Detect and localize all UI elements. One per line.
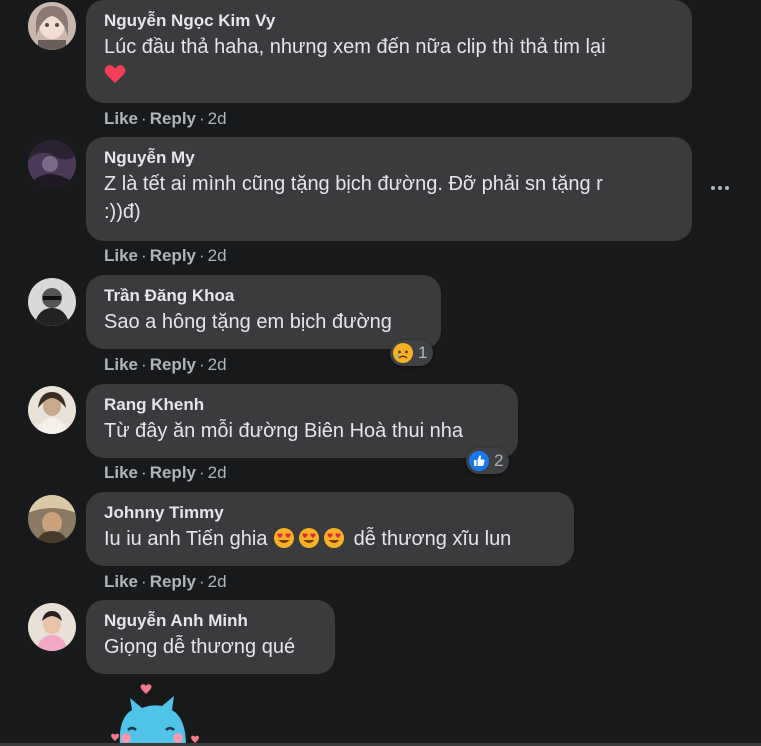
separator: ·: [199, 463, 205, 482]
comment-bubble: Nguyễn My Z là tết ai mình cũng tặng bịc…: [86, 137, 692, 241]
thumbs-up-icon: [469, 451, 489, 471]
avatar-image: [28, 495, 76, 543]
comment-bubble: Johnny Timmy Iu iu anh Tiến ghia dễ thươ…: [86, 492, 574, 566]
avatar-image: [28, 386, 76, 434]
comment-text-line: :))đ): [104, 201, 141, 223]
avatar[interactable]: [28, 495, 76, 543]
comment-author[interactable]: Trần Đăng Khoa: [104, 286, 423, 306]
timestamp[interactable]: 2d: [208, 246, 227, 265]
sad-face-icon: [393, 343, 413, 363]
avatar-image: [28, 278, 76, 326]
separator: ·: [199, 572, 205, 591]
comment-text: Z là tết ai mình cũng tặng bịch đường. Đ…: [104, 170, 674, 226]
reaction-count: 2: [494, 451, 504, 470]
avatar[interactable]: [28, 2, 76, 50]
separator: ·: [141, 246, 147, 265]
reply-link[interactable]: Reply: [150, 463, 196, 482]
comment-author[interactable]: Rang Khenh: [104, 395, 500, 415]
comment-author[interactable]: Nguyễn My: [104, 148, 674, 168]
comment-text-line: Z là tết ai mình cũng tặng bịch đường. Đ…: [104, 173, 603, 195]
avatar[interactable]: [28, 140, 76, 188]
cat-sticker-icon[interactable]: [108, 684, 218, 746]
red-heart-icon: [104, 65, 126, 84]
reaction-summary[interactable]: 1: [390, 340, 434, 366]
avatar[interactable]: [28, 278, 76, 326]
reply-link[interactable]: Reply: [150, 572, 196, 591]
like-link[interactable]: Like: [104, 355, 138, 374]
comment-author[interactable]: Johnny Timmy: [104, 503, 556, 523]
comment-text-content: Lúc đầu thả haha, nhưng xem đến nữa clip…: [104, 36, 606, 58]
avatar-image: [28, 140, 76, 188]
heart-eyes-emoji-icon: [299, 528, 320, 548]
comment-actions: Like · Reply · 2d: [104, 463, 227, 483]
comment-text: Sao a hông tặng em bịch đường: [104, 311, 392, 333]
comment-thread: Nguyễn Ngọc Kim Vy Lúc đầu thả haha, như…: [0, 0, 761, 746]
reply-link[interactable]: Reply: [150, 355, 196, 374]
comment-bubble: Nguyễn Ngọc Kim Vy Lúc đầu thả haha, như…: [86, 0, 692, 103]
comment-actions: Like · Reply · 2d: [104, 572, 227, 592]
comment-actions: Like · Reply · 2d: [104, 355, 227, 375]
like-link[interactable]: Like: [104, 246, 138, 265]
timestamp[interactable]: 2d: [208, 463, 227, 482]
like-link[interactable]: Like: [104, 463, 138, 482]
reaction-summary[interactable]: 2: [466, 448, 510, 474]
separator: ·: [199, 246, 205, 265]
separator: ·: [141, 355, 147, 374]
separator: ·: [141, 572, 147, 591]
like-link[interactable]: Like: [104, 572, 138, 591]
avatar[interactable]: [28, 603, 76, 651]
separator: ·: [199, 109, 205, 128]
comment-author[interactable]: Nguyễn Ngọc Kim Vy: [104, 11, 674, 31]
separator: ·: [141, 109, 147, 128]
comment-text: Iu iu anh Tiến ghia dễ thương xĩu lun: [104, 525, 556, 553]
more-options-icon[interactable]: [706, 176, 734, 200]
heart-eyes-emoji-icon: [324, 528, 345, 548]
like-link[interactable]: Like: [104, 109, 138, 128]
timestamp[interactable]: 2d: [208, 572, 227, 591]
comment-actions: Like · Reply · 2d: [104, 109, 227, 129]
comment-text-content: dễ thương xĩu lun: [353, 528, 512, 550]
separator: ·: [199, 355, 205, 374]
comment-actions: Like · Reply · 2d: [104, 246, 227, 266]
comment-text-content: Iu iu anh Tiến ghia: [104, 528, 268, 550]
avatar-image: [28, 2, 76, 50]
comment-author[interactable]: Nguyễn Anh Minh: [104, 611, 317, 631]
comment-text: Giọng dễ thương qué: [104, 636, 296, 658]
avatar-image: [28, 603, 76, 651]
reply-link[interactable]: Reply: [150, 109, 196, 128]
comment-text: Lúc đầu thả haha, nhưng xem đến nữa clip…: [104, 33, 674, 89]
separator: ·: [141, 463, 147, 482]
comment-bubble: Nguyễn Anh Minh Giọng dễ thương qué: [86, 600, 335, 674]
avatar[interactable]: [28, 386, 76, 434]
timestamp[interactable]: 2d: [208, 355, 227, 374]
heart-eyes-emoji-icon: [274, 528, 295, 548]
comment-text: Từ đây ăn mỗi đường Biên Hoà thui nha: [104, 420, 463, 442]
timestamp[interactable]: 2d: [208, 109, 227, 128]
reaction-count: 1: [418, 343, 428, 362]
reply-link[interactable]: Reply: [150, 246, 196, 265]
comment-bubble: Trần Đăng Khoa Sao a hông tặng em bịch đ…: [86, 275, 441, 349]
comment-bubble: Rang Khenh Từ đây ăn mỗi đường Biên Hoà …: [86, 384, 518, 458]
